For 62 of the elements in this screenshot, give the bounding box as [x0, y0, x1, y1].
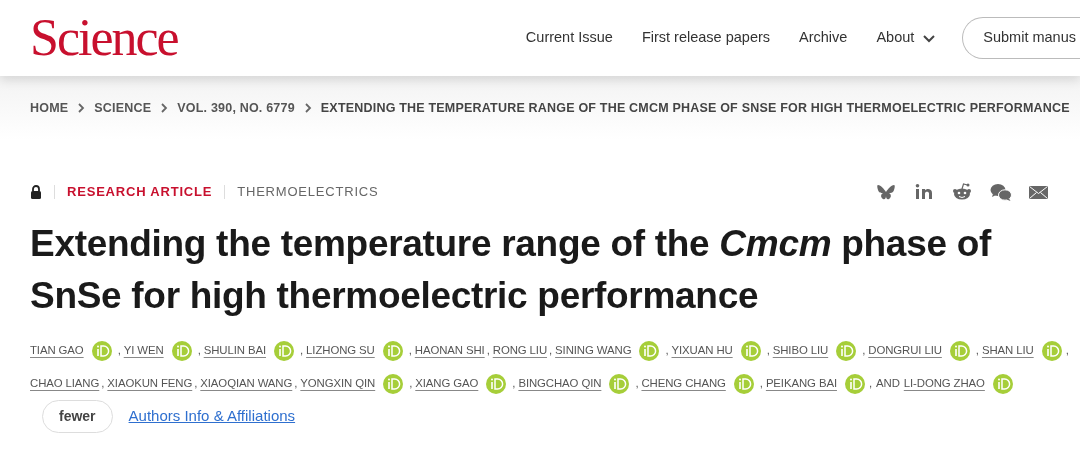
author-separator: , — [409, 375, 413, 391]
author-separator: , — [294, 375, 298, 391]
article-type: RESEARCH ARTICLE — [67, 183, 213, 202]
alien-face-icon[interactable] — [952, 182, 974, 202]
author-separator: , — [868, 375, 873, 391]
butterfly-icon[interactable] — [876, 182, 898, 202]
author-link[interactable]: LIZHONG SU — [306, 341, 375, 360]
subject-link[interactable]: THERMOELECTRICS — [237, 182, 379, 202]
breadcrumb-link[interactable]: HOME — [30, 98, 69, 118]
author-separator: , — [766, 342, 770, 358]
author-separator: , — [549, 342, 553, 358]
author-link[interactable]: CHENG CHANG — [641, 374, 726, 393]
author-link[interactable]: YIXUAN HU — [671, 341, 733, 360]
chevron-right-icon — [76, 102, 87, 114]
chat-bubbles-icon[interactable] — [990, 182, 1012, 202]
chevron-right-icon — [159, 102, 170, 114]
author-link[interactable]: DONGRUI LIU — [868, 341, 942, 360]
author-separator: , — [194, 375, 198, 391]
conjunction-text: AND — [876, 375, 900, 391]
chevron-down-icon — [922, 33, 937, 43]
author-link[interactable]: YONGXIN QIN — [300, 374, 376, 393]
site-logo[interactable]: Science — [30, 12, 178, 64]
author-separator: , — [101, 375, 105, 391]
author-link[interactable]: XIAOQIAN WANG — [200, 374, 293, 393]
author-separator: , — [197, 342, 201, 358]
author-separator: , — [117, 342, 121, 358]
author-separator: , — [862, 342, 866, 358]
nav-link[interactable]: Archive — [799, 27, 848, 49]
author-link[interactable]: SHAN LIU — [981, 341, 1034, 360]
author-link[interactable]: HAONAN SHI — [414, 341, 485, 360]
submit-button[interactable]: Submit manus — [962, 17, 1080, 59]
breadcrumb-link[interactable]: SCIENCE — [94, 98, 152, 118]
author-separator: , — [665, 342, 669, 358]
nav-dropdown[interactable]: About — [876, 27, 937, 49]
author-link[interactable]: CHAO LIANG — [30, 374, 100, 393]
author-separator: , — [512, 375, 516, 391]
author-link[interactable]: YI WEN — [123, 341, 164, 360]
author-link[interactable]: SINING WANG — [555, 341, 632, 360]
author-link[interactable]: XIANG GAO — [415, 374, 479, 393]
fewer-button[interactable]: fewer — [42, 400, 113, 433]
article-title: Extending the temperature range of the Cmcm phase of SnSe for high thermoelectric performance — [29, 222, 993, 318]
author-separator: , — [486, 342, 490, 358]
author-separator: , — [408, 342, 412, 358]
author-separator: , — [300, 342, 304, 358]
breadcrumb-link[interactable]: EXTENDING THE TEMPERATURE RANGE OF THE CMCM PHASE OF SNSE FOR HIGH THERMOELECTRIC PERFORMANCE — [320, 98, 1070, 118]
author-link[interactable]: BINGCHAO QIN — [518, 374, 602, 393]
author-link[interactable]: SHIBO LIU — [772, 341, 829, 360]
author-separator: , — [1065, 342, 1069, 358]
nav-link[interactable]: Current Issue — [525, 27, 613, 49]
author-separator: , — [975, 342, 979, 358]
author-link[interactable]: XIAOKUN FENG — [107, 374, 193, 393]
author-link[interactable]: SHULIN BAI — [203, 341, 266, 360]
author-separator: , — [635, 375, 639, 391]
nav-link[interactable]: First release papers — [641, 27, 771, 49]
chevron-right-icon — [302, 102, 313, 114]
author-separator: , — [759, 375, 763, 391]
affiliations-link[interactable]: Authors Info & Affiliations — [128, 405, 296, 428]
breadcrumb-link[interactable]: VOL. 390, NO. 6779 — [177, 98, 295, 118]
author-link[interactable]: LI-DONG ZHAO — [903, 374, 985, 393]
author-link[interactable]: PEIKANG BAI — [765, 374, 837, 393]
author-link[interactable]: RONG LIU — [492, 341, 548, 360]
author-link[interactable]: TIAN GAO — [30, 341, 84, 360]
